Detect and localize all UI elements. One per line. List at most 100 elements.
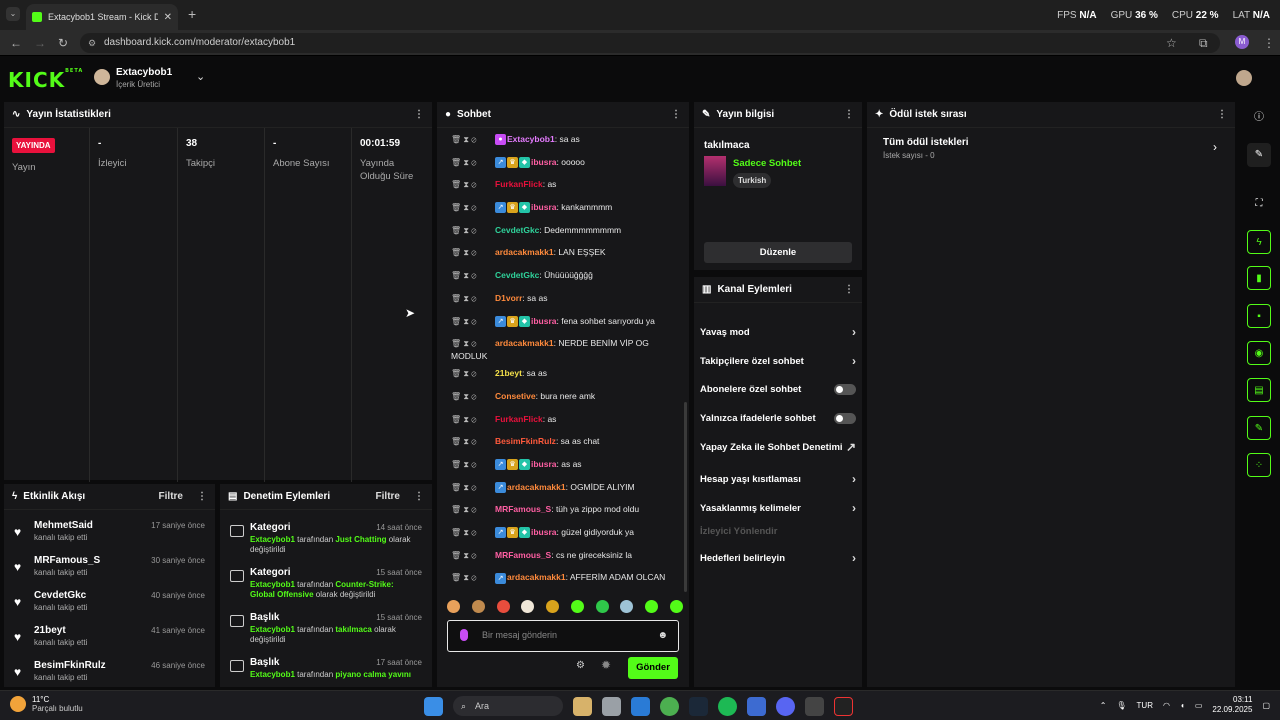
stats-menu-icon[interactable]: ⋮ <box>414 109 424 120</box>
delete-icon[interactable]: 🗑 <box>451 392 463 401</box>
app-icon[interactable] <box>747 696 766 716</box>
emoji-icon[interactable]: ☻ <box>657 630 668 641</box>
chat-username[interactable]: ibusra <box>531 527 557 537</box>
layout-icon[interactable]: ▤ <box>1247 378 1271 402</box>
emote-icon[interactable] <box>570 600 584 613</box>
ban-icon[interactable]: ⊘ <box>471 369 476 378</box>
delete-icon[interactable]: 🗑 <box>451 180 463 189</box>
address-bar[interactable]: ⚙ dashboard.kick.com/moderator/extacybob… <box>80 33 1220 53</box>
chat-message[interactable]: 🗑 ⧗ ⊘ ↗ ardacakmakk1: OGMİDE ALIYIM <box>437 476 689 499</box>
delete-icon[interactable]: 🗑 <box>451 226 463 235</box>
ban-icon[interactable]: ⊘ <box>471 483 476 492</box>
document-icon[interactable]: ▮ <box>1247 266 1271 290</box>
chat-message[interactable]: 🗑 ⧗ ⊘ FurkanFlick: as <box>437 408 689 431</box>
edit-button[interactable]: Düzenle <box>704 242 852 263</box>
ban-icon[interactable]: ⊘ <box>471 226 476 235</box>
chat-username[interactable]: FurkanFlick <box>495 414 543 424</box>
feed-filter-button[interactable]: Filtre <box>159 491 183 502</box>
weather-widget[interactable]: 11°C Parçalı bulutlu <box>10 695 83 713</box>
chat-message[interactable]: 🗑 ⧗ ⊘ ↗ ♛ ◆ ibusra: as as <box>437 453 689 476</box>
chat-message[interactable]: 🗑 ⧗ ⊘ CevdetGkc: Ühüüüüğğğğ <box>437 264 689 287</box>
emote-icon[interactable] <box>447 600 460 613</box>
delete-icon[interactable]: 🗑 <box>451 158 463 167</box>
delete-icon[interactable]: 🗑 <box>451 317 463 326</box>
chat-username[interactable]: Consetive <box>495 391 536 401</box>
broadcast-icon[interactable]: ◉ <box>1247 341 1271 365</box>
delete-icon[interactable]: 🗑 <box>451 573 463 582</box>
chat-username[interactable]: FurkanFlick <box>495 179 543 189</box>
bookmark-star-icon[interactable]: ☆ <box>1166 36 1177 50</box>
apps-icon[interactable]: ⁘ <box>1247 453 1271 477</box>
delete-icon[interactable]: 🗑 <box>451 294 463 303</box>
ban-icon[interactable]: ⊘ <box>471 460 476 469</box>
ban-icon[interactable]: ⊘ <box>471 392 476 401</box>
chat-username[interactable]: ardacakmakk1 <box>507 572 566 582</box>
game-icon[interactable] <box>834 696 853 716</box>
emote-icon[interactable] <box>645 600 659 613</box>
browser-tab[interactable]: Extacybob1 Stream - Kick Dashb ✕ <box>26 4 178 30</box>
close-tab-icon[interactable]: ✕ <box>164 12 172 23</box>
volume-icon[interactable]: ◖ <box>1180 701 1185 710</box>
ban-icon[interactable]: ⊘ <box>471 248 476 257</box>
chevron-right-icon[interactable]: › <box>1213 140 1217 154</box>
delete-icon[interactable]: 🗑 <box>451 135 463 144</box>
mic-icon[interactable] <box>460 629 468 641</box>
chat-scrollbar[interactable] <box>684 402 687 592</box>
reload-icon[interactable]: ↻ <box>58 36 68 50</box>
chat-username[interactable]: ibusra <box>531 202 557 212</box>
ban-icon[interactable]: ⊘ <box>471 294 476 303</box>
emote-icon[interactable] <box>595 600 609 613</box>
chat-message[interactable]: 🗑 ⧗ ⊘ MRFamous_S: tüh ya zippo mod oldu <box>437 498 689 521</box>
delete-icon[interactable]: 🗑 <box>451 203 463 212</box>
chat-message[interactable]: 🗑 ⧗ ⊘ ↗ ♛ ◆ ibusra: fena sohbet sarıyordu ya <box>437 310 689 333</box>
all-rewards-link[interactable]: Tüm ödül istekleri <box>883 137 969 148</box>
actor-name[interactable]: Extacybob1 <box>250 535 295 544</box>
chat-username[interactable]: 21beyt <box>495 368 522 378</box>
channel-action-item[interactable]: Abonelere özel sohbet <box>700 384 856 395</box>
chat-message[interactable]: 🗑 ⧗ ⊘ FurkanFlick: as <box>437 173 689 196</box>
chat-message[interactable]: 🗑 ⧗ ⊘ ↗ ♛ ◆ ibusra: güzel gidiyorduk ya <box>437 521 689 544</box>
mod-menu-icon[interactable]: ⋮ <box>414 491 424 502</box>
toggle-switch[interactable] <box>834 413 856 424</box>
chat-username[interactable]: CevdetGkc <box>495 225 539 235</box>
lightning-icon[interactable]: ϟ <box>1247 230 1271 254</box>
ban-icon[interactable]: ⊘ <box>471 158 476 167</box>
chat-settings-icon[interactable]: ⚙ <box>576 660 585 671</box>
wrench-icon[interactable]: ✎ <box>1247 416 1271 440</box>
chat-message[interactable]: 🗑 ⧗ ⊘ ardacakmakk1: LAN EŞŞEK <box>437 241 689 264</box>
chat-message[interactable]: 🗑 ⧗ ⊘ ↗ ♛ ◆ ibusra: kankammmm <box>437 196 689 219</box>
taskbar-search[interactable]: Ara <box>453 696 563 716</box>
discord-icon[interactable] <box>776 696 795 716</box>
notification-icon[interactable]: ▢ <box>1262 701 1270 710</box>
chat-extra-icon[interactable]: ✹ <box>601 658 611 672</box>
chat-menu-icon[interactable]: ⋮ <box>671 109 681 120</box>
ban-icon[interactable]: ⊘ <box>471 551 476 560</box>
channel-action-item[interactable]: Hedefleri belirleyin › <box>700 551 856 565</box>
chat-message[interactable]: 🗑 ⧗ ⊘ ardacakmakk1: NERDE BENİM VİP OG MO… <box>437 332 689 362</box>
channel-action-item[interactable]: Hesap yaşı kısıtlaması › <box>700 472 856 486</box>
focus-icon[interactable]: ⛶ <box>1247 192 1271 216</box>
chat-username[interactable]: MRFamous_S <box>495 550 551 560</box>
chat-message[interactable]: 🗑 ⧗ ⊘ MRFamous_S: cs ne gireceksiniz la <box>437 544 689 567</box>
delete-icon[interactable]: 🗑 <box>451 483 463 492</box>
delete-icon[interactable]: 🗑 <box>451 339 463 348</box>
delete-icon[interactable]: 🗑 <box>451 248 463 257</box>
chat-username[interactable]: ibusra <box>531 459 557 469</box>
chat-message[interactable]: 🗑 ⧗ ⊘ D1vorr: sa as <box>437 287 689 310</box>
forward-icon[interactable]: → <box>34 36 46 50</box>
chat-username[interactable]: ibusra <box>531 316 557 326</box>
kick-logo[interactable]: KICKBETA <box>8 68 83 92</box>
chat-message[interactable]: 🗑 ⧗ ⊘ CevdetGkc: Dedemmmmmmmm <box>437 219 689 242</box>
delete-icon[interactable]: 🗑 <box>451 271 463 280</box>
send-button[interactable]: Gönder <box>628 657 678 679</box>
user-avatar[interactable] <box>1236 70 1252 86</box>
emote-icon[interactable] <box>521 600 535 613</box>
channel-action-item[interactable]: Yasaklanmış kelimeler › <box>700 501 856 515</box>
chevron-right-icon[interactable]: › <box>852 501 856 515</box>
ban-icon[interactable]: ⊘ <box>471 573 476 582</box>
chrome-icon[interactable] <box>660 696 679 716</box>
mod-filter-button[interactable]: Filtre <box>376 491 400 502</box>
chevron-right-icon[interactable]: › <box>852 472 856 486</box>
chat-username[interactable]: MRFamous_S <box>495 504 551 514</box>
ban-icon[interactable]: ⊘ <box>471 339 476 348</box>
